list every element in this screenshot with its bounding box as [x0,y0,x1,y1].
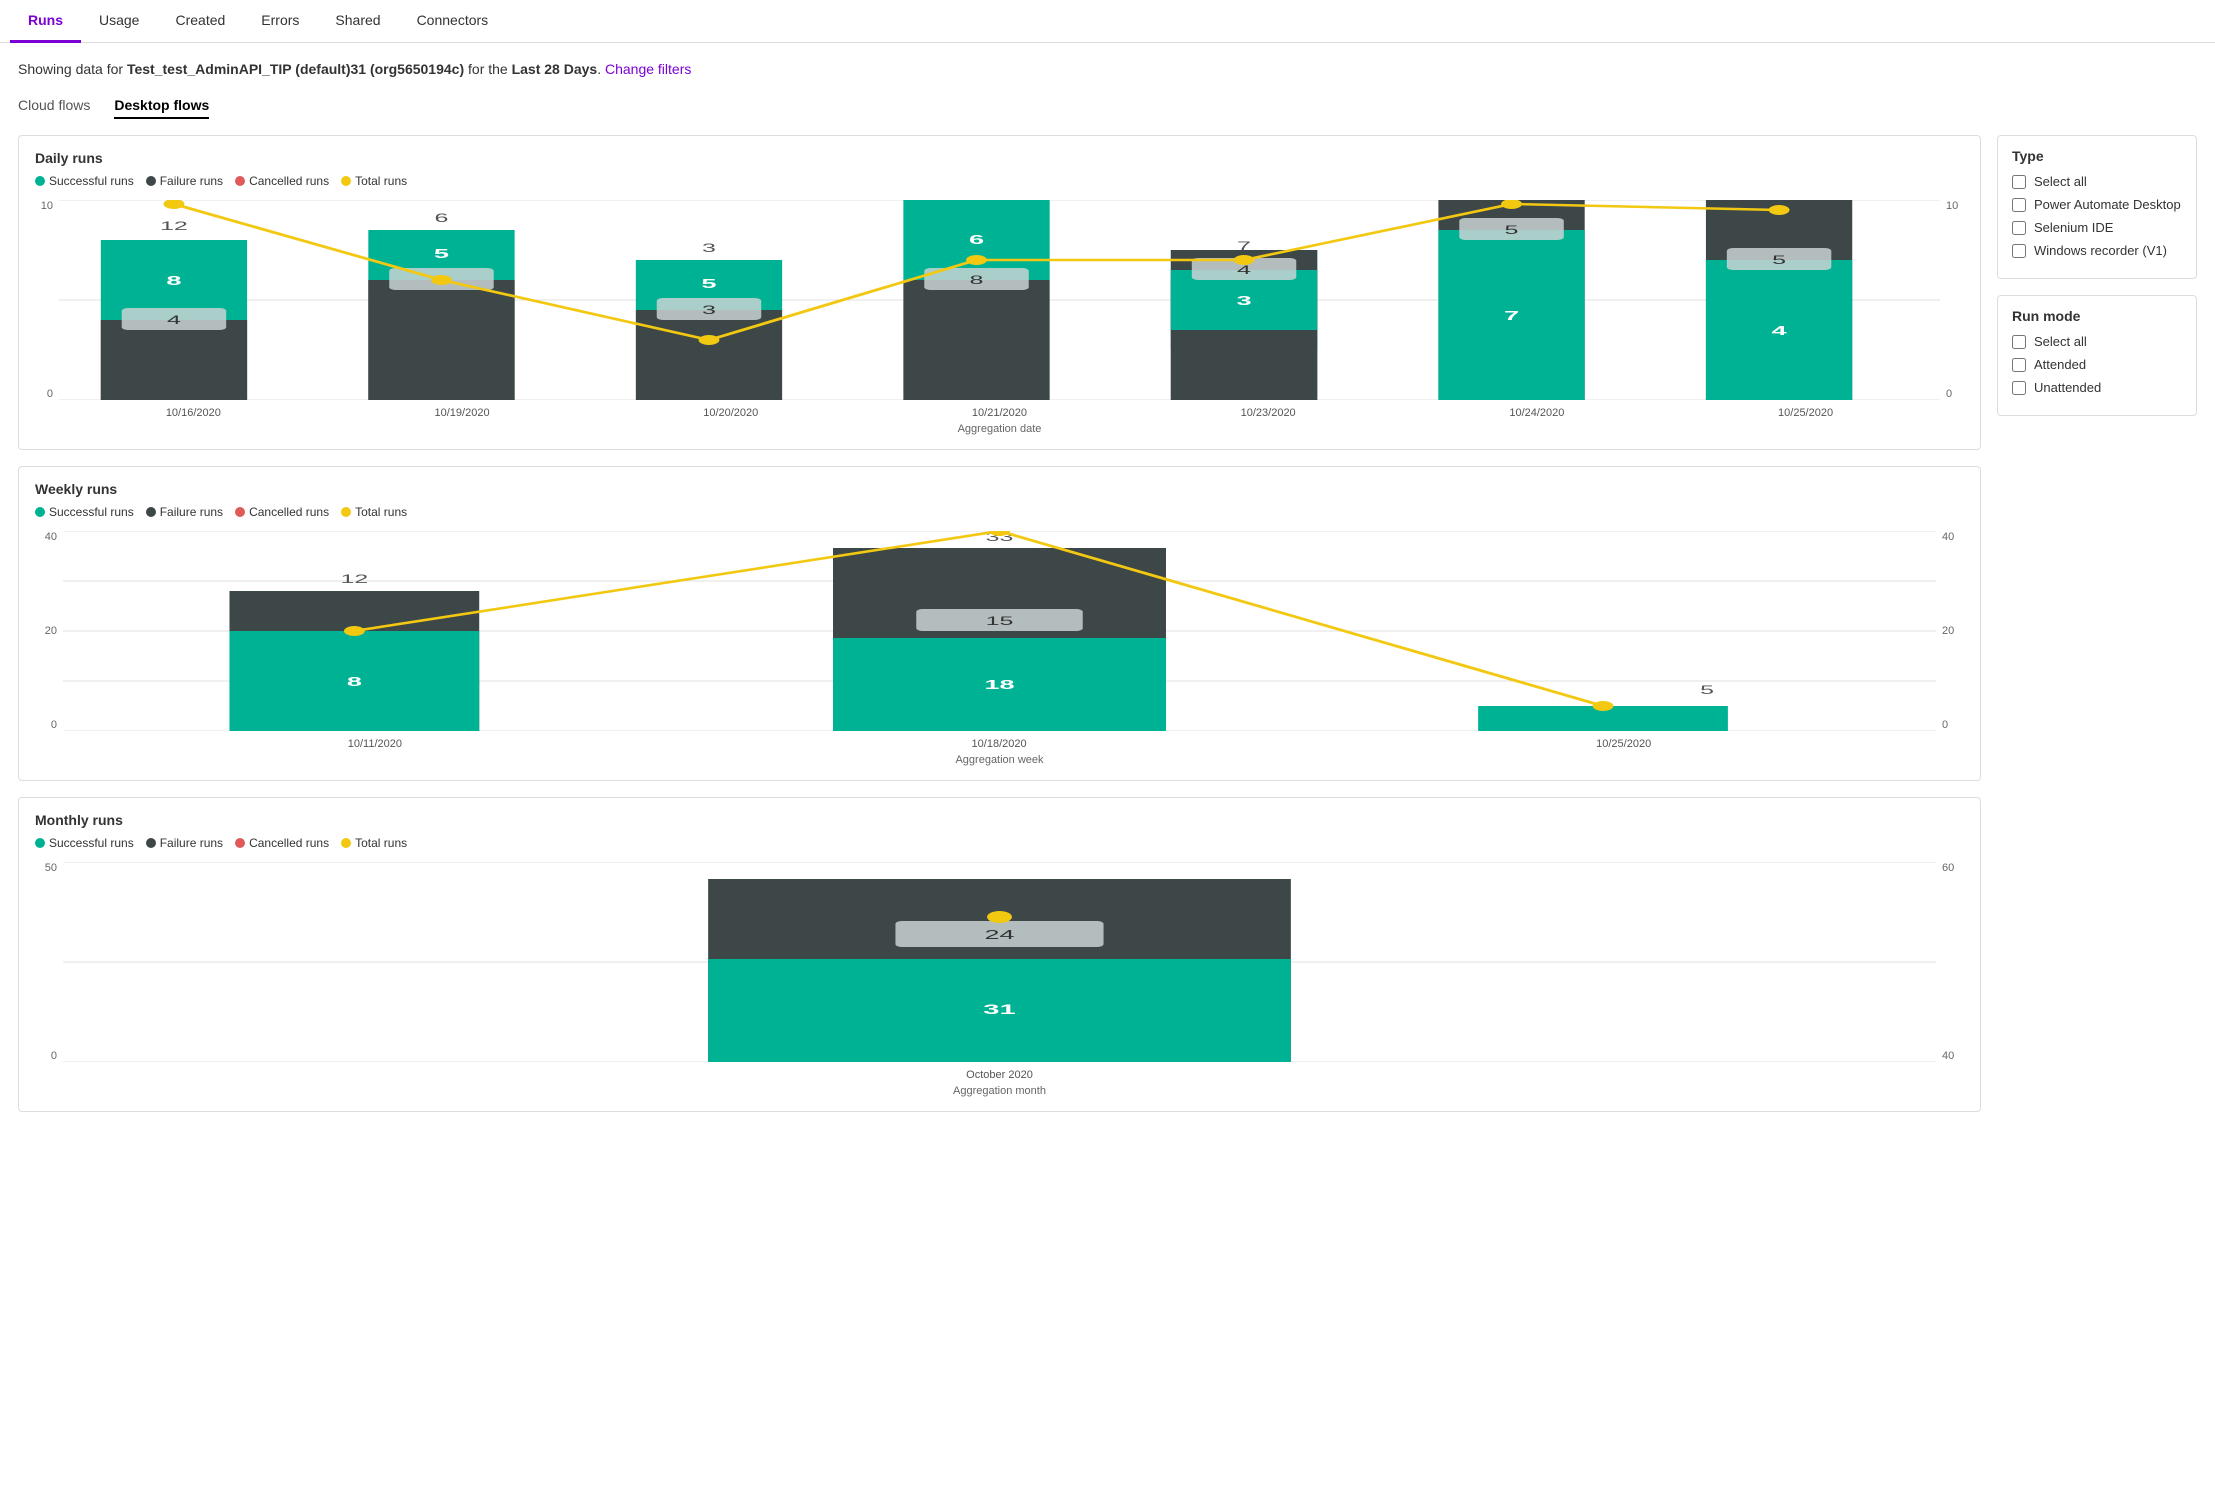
svg-text:5: 5 [701,276,716,291]
tab-runs[interactable]: Runs [10,0,81,43]
type-select-all-label: Select all [2034,174,2087,189]
type-pad-checkbox[interactable] [2012,198,2026,212]
svg-text:3: 3 [702,242,716,255]
svg-text:7: 7 [1237,240,1251,253]
type-filter-card: Type Select all Power Automate Desktop S… [1997,135,2197,279]
type-selenium-label: Selenium IDE [2034,220,2113,235]
daily-legend: Successful runs Failure runs Cancelled r… [35,174,1964,188]
svg-text:31: 31 [983,1001,1016,1017]
tab-usage[interactable]: Usage [81,0,157,43]
weekly-legend: Successful runs Failure runs Cancelled r… [35,505,1964,519]
type-selenium-checkbox[interactable] [2012,221,2026,235]
daily-runs-chart: Daily runs Successful runs Failure runs … [18,135,1981,450]
info-bar: Showing data for Test_test_AdminAPI_TIP … [18,61,2197,77]
monthly-runs-chart: Monthly runs Successful runs Failure run… [18,797,1981,1112]
type-select-all-checkbox[interactable] [2012,175,2026,189]
weekly-x-axis-label: Aggregation week [35,754,1964,766]
type-power-automate[interactable]: Power Automate Desktop [2012,197,2182,212]
run-mode-attended-label: Attended [2034,357,2086,372]
svg-text:5: 5 [434,246,449,261]
svg-text:15: 15 [986,615,1014,628]
run-mode-attended[interactable]: Attended [2012,357,2182,372]
svg-text:8: 8 [970,274,984,287]
svg-text:4: 4 [1237,264,1251,277]
svg-text:24: 24 [984,928,1014,942]
info-prefix: Showing data for [18,61,127,77]
type-windows-recorder-checkbox[interactable] [2012,244,2026,258]
monthly-legend: Successful runs Failure runs Cancelled r… [35,836,1964,850]
tab-shared[interactable]: Shared [317,0,398,43]
weekly-runs-title: Weekly runs [35,481,1964,497]
monthly-chart-svg: 31 24 [63,862,1936,1062]
tab-connectors[interactable]: Connectors [399,0,507,43]
svg-text:18: 18 [984,678,1014,692]
daily-chart-svg: 8 4 12 5 6 6 [59,200,1940,400]
svg-text:4: 4 [167,314,181,327]
svg-text:3: 3 [1236,293,1251,308]
svg-text:8: 8 [166,273,181,288]
run-mode-unattended-checkbox[interactable] [2012,381,2026,395]
daily-runs-title: Daily runs [35,150,1964,166]
nav-tabs: Runs Usage Created Errors Shared Connect… [0,0,2215,43]
svg-text:4: 4 [1772,323,1787,338]
type-windows-recorder-label: Windows recorder (V1) [2034,243,2167,258]
weekly-runs-chart: Weekly runs Successful runs Failure runs… [18,466,1981,781]
cloud-flows-tab[interactable]: Cloud flows [18,97,90,119]
type-windows-recorder[interactable]: Windows recorder (V1) [2012,243,2182,258]
svg-text:12: 12 [340,573,368,586]
type-pad-label: Power Automate Desktop [2034,197,2181,212]
type-select-all[interactable]: Select all [2012,174,2182,189]
run-mode-attended-checkbox[interactable] [2012,358,2026,372]
charts-column: Daily runs Successful runs Failure runs … [18,135,1981,1112]
run-mode-select-all[interactable]: Select all [2012,334,2182,349]
sidebar: Type Select all Power Automate Desktop S… [1997,135,2197,416]
svg-text:12: 12 [160,220,188,233]
period: Last 28 Days [512,61,598,77]
info-middle: for the [464,61,511,77]
svg-text:7: 7 [1504,308,1519,323]
desktop-flows-tab[interactable]: Desktop flows [114,97,209,119]
svg-text:5: 5 [1505,224,1519,237]
monthly-x-axis-label: Aggregation month [35,1085,1964,1097]
run-mode-filter-card: Run mode Select all Attended Unattended [1997,295,2197,416]
run-mode-unattended[interactable]: Unattended [2012,380,2182,395]
run-mode-unattended-label: Unattended [2034,380,2101,395]
info-suffix: . [597,61,601,77]
run-mode-select-all-label: Select all [2034,334,2087,349]
tab-errors[interactable]: Errors [243,0,317,43]
change-filters-link[interactable]: Change filters [605,61,691,77]
run-mode-select-all-checkbox[interactable] [2012,335,2026,349]
weekly-chart-svg: 8 12 18 15 33 5 [63,531,1936,731]
type-selenium[interactable]: Selenium IDE [2012,220,2182,235]
svg-text:6: 6 [969,232,984,247]
env-name: Test_test_AdminAPI_TIP (default)31 (org5… [127,61,464,77]
daily-x-axis-label: Aggregation date [35,423,1964,435]
svg-text:8: 8 [347,675,362,689]
tab-created[interactable]: Created [157,0,243,43]
svg-text:5: 5 [1772,254,1786,267]
flow-tabs: Cloud flows Desktop flows [18,97,2197,119]
type-filter-title: Type [2012,148,2182,164]
svg-text:3: 3 [702,304,716,317]
svg-text:5: 5 [1700,684,1714,697]
svg-text:6: 6 [434,212,448,225]
monthly-runs-title: Monthly runs [35,812,1964,828]
run-mode-filter-title: Run mode [2012,308,2182,324]
